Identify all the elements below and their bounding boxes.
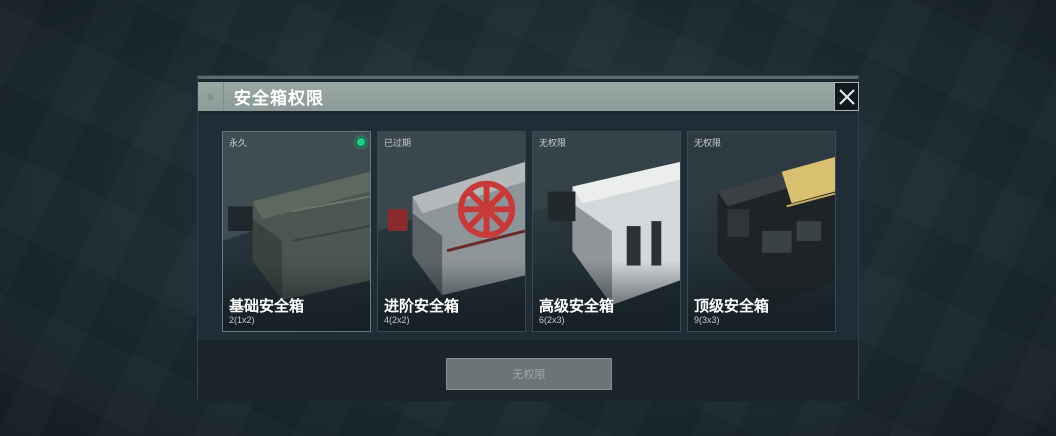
card-name: 基础安全箱 [229, 298, 305, 315]
card-size: 4(2x2) [384, 315, 410, 325]
card-size: 2(1x2) [229, 315, 255, 325]
card-area: 永久 基础安全箱 2(1x2) 已过期 进阶安全箱 4(2x2) 无权限 高级安… [198, 114, 858, 340]
card-status: 无权限 [539, 138, 567, 148]
card-size: 6(2x3) [539, 315, 565, 325]
card-senior-safe-box[interactable]: 无权限 高级安全箱 6(2x3) [532, 131, 681, 332]
dialog-footer: 无权限 [198, 340, 858, 401]
card-status: 已过期 [384, 138, 412, 148]
title-bar: ≡ 安全箱权限 [198, 82, 834, 111]
card-status: 无权限 [694, 138, 722, 148]
menu-icon: ≡ [198, 82, 224, 111]
dialog-title: 安全箱权限 [234, 89, 324, 108]
card-status: 永久 [229, 138, 248, 148]
card-advanced-safe-box[interactable]: 已过期 进阶安全箱 4(2x2) [377, 131, 526, 332]
card-name: 高级安全箱 [539, 298, 615, 315]
card-size: 9(3x3) [694, 315, 720, 325]
card-list: 永久 基础安全箱 2(1x2) 已过期 进阶安全箱 4(2x2) 无权限 高级安… [222, 131, 836, 332]
card-name: 顶级安全箱 [694, 298, 770, 315]
close-button[interactable] [834, 82, 859, 111]
selected-indicator-icon [356, 137, 366, 147]
no-permission-button[interactable]: 无权限 [446, 358, 612, 390]
close-icon [838, 88, 855, 105]
card-top-safe-box[interactable]: 无权限 顶级安全箱 9(3x3) [687, 131, 836, 332]
card-name: 进阶安全箱 [384, 298, 460, 315]
safe-box-permission-dialog: ≡ 安全箱权限 永久 基础安全箱 2(1x2) 已过期 进阶安全箱 4(2x2)… [197, 75, 859, 401]
card-basic-safe-box[interactable]: 永久 基础安全箱 2(1x2) [222, 131, 371, 332]
dialog-top-line [198, 76, 858, 79]
